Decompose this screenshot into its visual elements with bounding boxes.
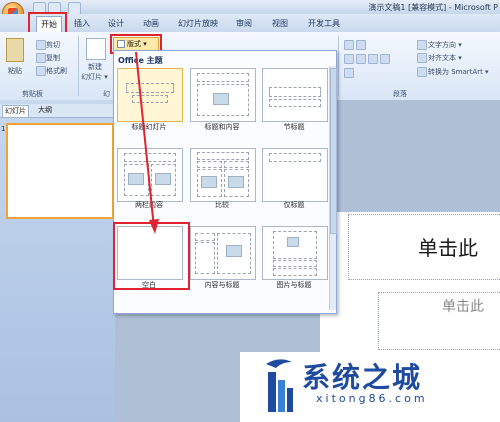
- group-separator: [338, 36, 339, 96]
- window-title: 演示文稿1 [兼容模式] - Microsoft P: [368, 3, 498, 12]
- layout-title-content[interactable]: [190, 68, 256, 122]
- new-slide-icon[interactable]: [86, 38, 106, 60]
- align-text-icon: [417, 53, 427, 63]
- content-icon: [226, 245, 242, 257]
- layout-label: 比较: [215, 201, 229, 209]
- content-icon: [228, 176, 244, 188]
- tab-review[interactable]: 审阅: [236, 17, 252, 31]
- layout-left-heading: [197, 161, 222, 168]
- tab-view[interactable]: 视图: [272, 17, 288, 31]
- align-center-icon[interactable]: [356, 54, 366, 64]
- convert-smartart-button[interactable]: 转换为 SmartArt ▾: [428, 67, 489, 77]
- format-painter-button[interactable]: 格式刷: [46, 66, 67, 76]
- align-text-button[interactable]: 对齐文本 ▾: [428, 53, 462, 63]
- group-label-slides: 幻: [103, 90, 110, 98]
- layout-picture-with-caption[interactable]: [262, 226, 328, 280]
- logo-building-icon: [266, 359, 293, 412]
- cut-button[interactable]: 剪切: [46, 40, 60, 50]
- tab-outline[interactable]: 大纲: [36, 105, 54, 116]
- content-icon: [201, 176, 217, 188]
- bullets-icon[interactable]: [344, 40, 354, 50]
- layout-title-box: [269, 153, 321, 162]
- layout-text-box: [269, 99, 321, 107]
- layout-title-box: [197, 73, 249, 82]
- tab-slideshow[interactable]: 幻灯片放映: [178, 17, 218, 31]
- copy-icon: [36, 53, 46, 63]
- title-placeholder-text: 单击此: [418, 236, 478, 260]
- layout-text-box: [195, 242, 215, 274]
- layout-title-only[interactable]: [262, 148, 328, 202]
- layout-title-box: [195, 233, 215, 241]
- watermark-url: xitong86.com: [316, 392, 428, 405]
- new-slide-label[interactable]: 新建: [88, 62, 102, 72]
- group-label-paragraph: 段落: [393, 90, 407, 98]
- tab-insert[interactable]: 插入: [74, 17, 90, 31]
- picture-icon: [287, 237, 299, 247]
- layout-title-box: [273, 260, 317, 267]
- align-left-icon[interactable]: [344, 54, 354, 64]
- cut-icon: [36, 40, 46, 50]
- layout-label: 节标题: [283, 123, 305, 131]
- copy-button[interactable]: 复制: [46, 53, 60, 63]
- text-direction-button[interactable]: 文字方向 ▾: [428, 40, 462, 50]
- tab-slides[interactable]: 幻灯片: [2, 105, 29, 117]
- content-icon: [213, 93, 229, 105]
- layout-right-heading: [224, 161, 249, 168]
- group-label-clipboard: 剪贴板: [22, 90, 43, 98]
- tab-animation[interactable]: 动画: [143, 17, 159, 31]
- numbering-icon[interactable]: [356, 40, 366, 50]
- tab-developer[interactable]: 开发工具: [308, 17, 340, 31]
- layout-comparison[interactable]: [190, 148, 256, 202]
- paste-icon[interactable]: [6, 38, 24, 62]
- justify-icon[interactable]: [380, 54, 390, 64]
- layout-label: 标题和内容: [204, 123, 240, 131]
- watermark-name: 系统之城: [302, 361, 423, 394]
- slide-number: 1: [1, 125, 6, 133]
- group-separator: [78, 36, 79, 96]
- layout-label: 仅标题: [283, 201, 305, 209]
- subtitle-placeholder-text: 单击此: [442, 299, 484, 315]
- layout-title-box: [269, 87, 321, 97]
- format-painter-icon: [36, 66, 46, 76]
- text-direction-icon: [417, 40, 427, 50]
- align-right-icon[interactable]: [368, 54, 378, 64]
- gallery-scrollbar-thumb[interactable]: [330, 68, 337, 234]
- slide-thumbnail[interactable]: [6, 123, 114, 219]
- annotation-arrow: [135, 51, 159, 234]
- layout-title-box: [197, 152, 249, 160]
- smartart-icon: [417, 67, 427, 77]
- new-slide-dropdown[interactable]: 幻灯片 ▾: [81, 72, 108, 82]
- layout-text-box: [273, 268, 317, 276]
- layout-label: 图片与标题: [276, 281, 312, 289]
- layout-label: 内容与标题: [204, 281, 240, 289]
- line-spacing-icon[interactable]: [344, 68, 354, 78]
- paste-label[interactable]: 粘贴: [8, 66, 22, 76]
- layout-content-with-caption[interactable]: [190, 226, 256, 280]
- tab-design[interactable]: 设计: [108, 17, 124, 31]
- layout-section-header[interactable]: [262, 68, 328, 122]
